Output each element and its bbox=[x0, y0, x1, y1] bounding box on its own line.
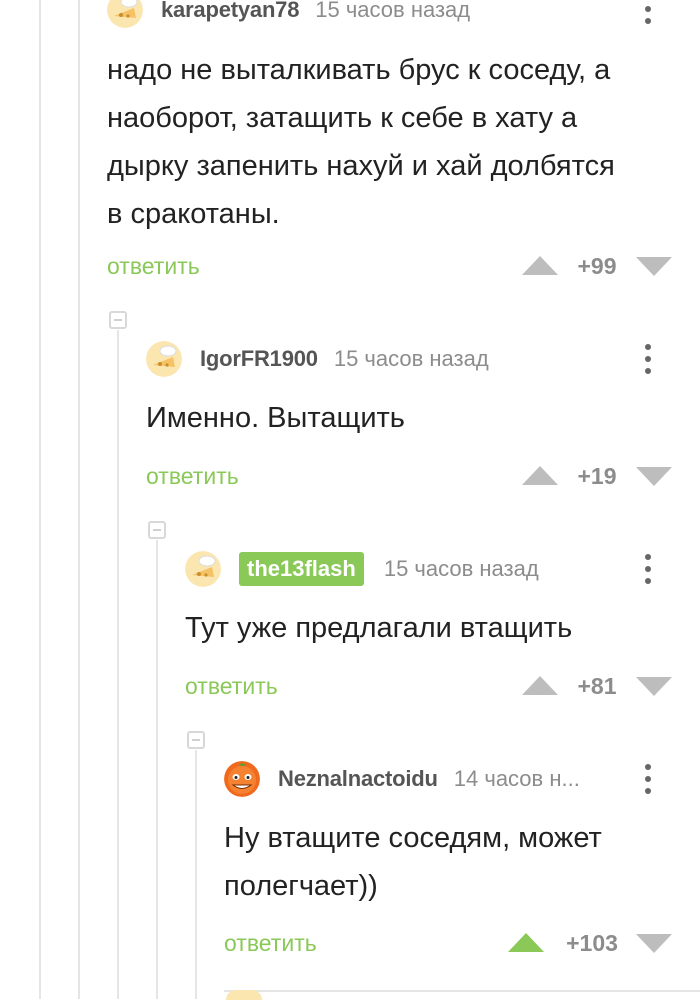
timestamp[interactable]: 14 часов н... bbox=[454, 766, 580, 792]
collapse-thread-button[interactable] bbox=[109, 311, 127, 329]
timestamp[interactable]: 15 часов назад bbox=[334, 346, 489, 372]
collapse-thread-button[interactable] bbox=[148, 521, 166, 539]
comment-line: дырку запенить нахуй и хай долбятся bbox=[107, 150, 615, 182]
rating-count: +19 bbox=[577, 463, 617, 489]
timestamp[interactable]: 15 часов назад bbox=[384, 556, 539, 582]
username[interactable]: Neznalnactoidu bbox=[278, 766, 438, 792]
thread-line-level-0 bbox=[39, 0, 41, 999]
comment-line: Именно. Вытащить bbox=[146, 402, 405, 434]
more-options-icon[interactable] bbox=[642, 762, 654, 796]
timestamp[interactable]: 15 часов назад bbox=[315, 0, 470, 23]
comment-header: IgorFR1900 15 часов назад bbox=[146, 339, 489, 379]
thread-line-level-1 bbox=[78, 0, 80, 999]
comment-body: Тут уже предлагали втащить bbox=[185, 604, 572, 652]
collapse-thread-button[interactable] bbox=[187, 731, 205, 749]
thread-line-level-3 bbox=[156, 540, 158, 999]
rating-count: +103 bbox=[566, 930, 618, 956]
author-username-badge[interactable]: the13flash bbox=[239, 552, 364, 586]
upvote-arrow-icon[interactable] bbox=[508, 933, 544, 952]
more-options-icon[interactable] bbox=[642, 342, 654, 376]
downvote-arrow-icon[interactable] bbox=[636, 257, 672, 276]
upvote-arrow-icon[interactable] bbox=[522, 676, 558, 695]
comment-body: надо не выталкивать брус к соседу, а нао… bbox=[107, 46, 615, 238]
upvote-arrow-icon[interactable] bbox=[522, 466, 558, 485]
reply-button[interactable]: ответить bbox=[224, 930, 317, 957]
default-cheese-avatar-icon[interactable] bbox=[185, 551, 221, 587]
rating-count: +99 bbox=[577, 253, 617, 279]
username[interactable]: karapetyan78 bbox=[161, 0, 299, 23]
thread-line-level-2 bbox=[117, 330, 119, 999]
comment-body: Именно. Вытащить bbox=[146, 394, 405, 442]
comment-line: Ну втащите соседям, может bbox=[224, 822, 602, 854]
reply-button[interactable]: ответить bbox=[185, 673, 278, 700]
more-options-icon[interactable] bbox=[642, 552, 654, 586]
upvote-arrow-icon[interactable] bbox=[522, 256, 558, 275]
reply-button[interactable]: ответить bbox=[107, 253, 200, 280]
comment-line: Тут уже предлагали втащить bbox=[185, 612, 573, 644]
comment-body: Ну втащите соседям, может полегчает)) bbox=[224, 814, 602, 910]
comment-line: в сракотаны. bbox=[107, 198, 280, 230]
next-comment-divider bbox=[224, 990, 700, 992]
rating-count: +81 bbox=[577, 673, 617, 699]
comment-header: Neznalnactoidu 14 часов н... bbox=[224, 759, 580, 799]
downvote-arrow-icon[interactable] bbox=[636, 467, 672, 486]
comment-line: наоборот, затащить к себе в хату а bbox=[107, 102, 578, 134]
more-options-icon[interactable] bbox=[642, 0, 654, 26]
reply-button[interactable]: ответить bbox=[146, 463, 239, 490]
downvote-arrow-icon[interactable] bbox=[636, 934, 672, 953]
comment-header: the13flash 15 часов назад bbox=[185, 549, 539, 589]
comment-line: полегчает)) bbox=[224, 870, 378, 902]
comment-header: karapetyan78 15 часов назад bbox=[107, 0, 470, 30]
thread-line-level-4 bbox=[195, 750, 197, 999]
username[interactable]: IgorFR1900 bbox=[200, 346, 318, 372]
downvote-arrow-icon[interactable] bbox=[636, 677, 672, 696]
default-cheese-avatar-icon[interactable] bbox=[146, 341, 182, 377]
default-cheese-avatar-icon[interactable] bbox=[107, 0, 143, 28]
orange-face-avatar-icon[interactable] bbox=[224, 761, 260, 797]
comment-line: надо не выталкивать брус к соседу, а bbox=[107, 54, 611, 86]
